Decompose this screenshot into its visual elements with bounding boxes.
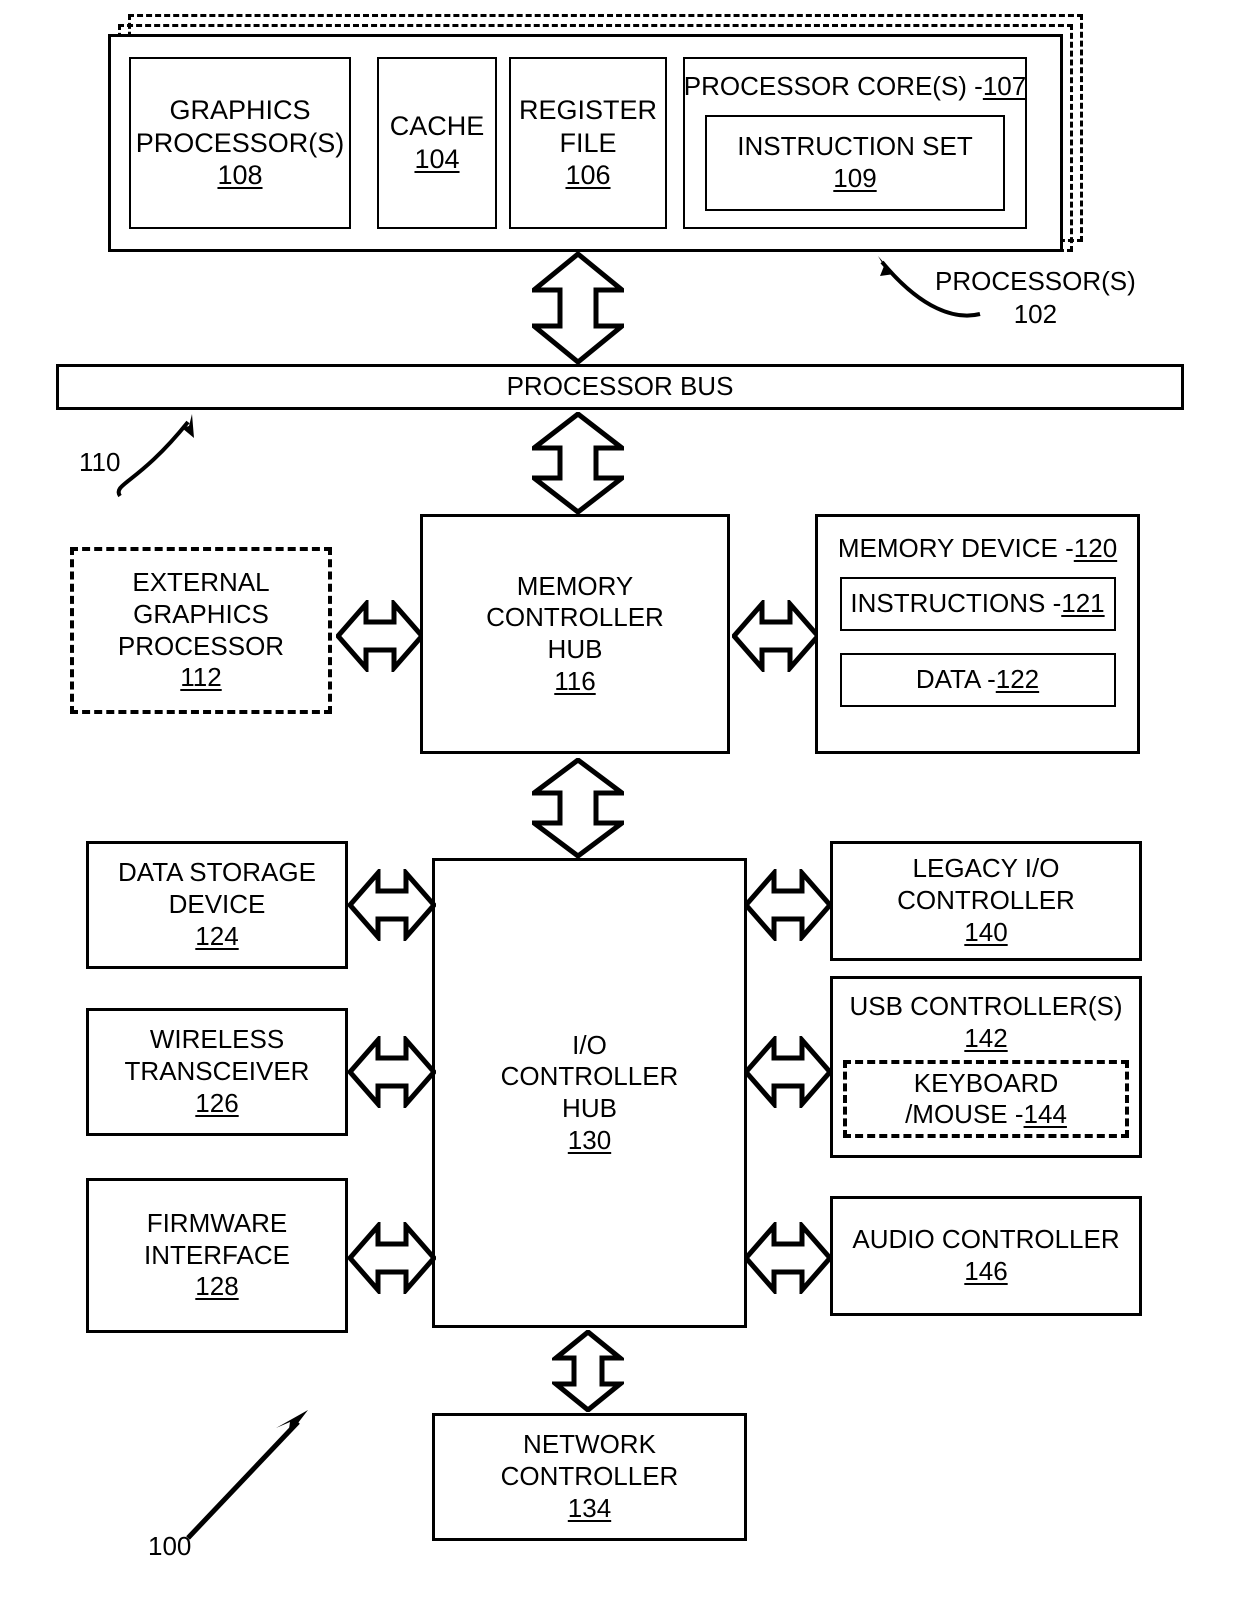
external-graphics-processor-block: EXTERNAL GRAPHICS PROCESSOR 112 (70, 547, 332, 714)
network-controller-line-1: NETWORK (523, 1429, 656, 1460)
mch-line-3: HUB (547, 634, 603, 664)
usb-controllers-label: USB CONTROLLER(S) (849, 991, 1123, 1021)
network-controller-ref: 134 (567, 1492, 612, 1523)
register-file-line-1: REGISTER (518, 94, 658, 125)
processor-cores-title: PROCESSOR CORE(S) - (683, 71, 983, 101)
audio-controller-block: AUDIO CONTROLLER 146 (830, 1196, 1142, 1316)
cache-block: CACHE 104 (377, 57, 497, 229)
mch-to-ich-arrow (532, 758, 624, 858)
processor-package: GRAPHICS PROCESSOR(S) 108 CACHE 104 REGI… (108, 34, 1063, 252)
audio-controller-label: AUDIO CONTROLLER (852, 1224, 1120, 1255)
ich-to-legacy-io-arrow (744, 869, 832, 941)
graphics-processors-ref: 108 (217, 160, 263, 191)
usb-controllers-block: USB CONTROLLER(S) 142 KEYBOARD /MOUSE - … (830, 976, 1142, 1158)
wireless-ref: 126 (195, 1087, 239, 1118)
graphics-processors-line-1: GRAPHICS (169, 94, 311, 125)
register-file-ref: 106 (565, 160, 611, 191)
external-graphics-line-2: GRAPHICS (133, 598, 269, 629)
figure-callout-ref: 100 (148, 1530, 191, 1563)
network-controller-line-2: CONTROLLER (500, 1461, 679, 1492)
cache-ref: 104 (414, 144, 460, 174)
data-title: DATA - (915, 663, 996, 694)
patent-figure-canvas: GRAPHICS PROCESSOR(S) 108 CACHE 104 REGI… (0, 0, 1240, 1607)
egp-to-mch-arrow (336, 600, 424, 672)
instruction-set-label: INSTRUCTION SET (737, 131, 973, 161)
instruction-set-ref: 109 (833, 162, 877, 193)
firmware-line-2: INTERFACE (144, 1239, 290, 1270)
figure-callout-number: 100 (148, 1531, 192, 1561)
data-block: DATA - 122 (839, 652, 1116, 707)
data-storage-to-ich-arrow (348, 869, 436, 941)
usb-controllers-ref: 142 (964, 1022, 1008, 1053)
cache-label: CACHE (389, 111, 485, 142)
keyboard-mouse-line-1: KEYBOARD (913, 1067, 1059, 1098)
memory-device-ref: 120 (1073, 533, 1118, 563)
ich-to-network-arrow (552, 1330, 624, 1412)
external-graphics-line-3: PROCESSOR (117, 630, 285, 661)
network-controller-block: NETWORK CONTROLLER 134 (432, 1413, 747, 1541)
bus-to-mch-arrow (532, 412, 624, 514)
firmware-line-1: FIRMWARE (146, 1207, 288, 1238)
external-graphics-ref: 112 (180, 662, 222, 693)
data-storage-device-block: DATA STORAGE DEVICE 124 (86, 841, 348, 969)
keyboard-mouse-block: KEYBOARD /MOUSE - 144 (843, 1060, 1129, 1139)
legacy-io-line-1: LEGACY I/O (912, 853, 1060, 884)
firmware-ref: 128 (195, 1271, 239, 1302)
register-file-block: REGISTER FILE 106 (509, 57, 667, 229)
memory-device-block: MEMORY DEVICE - 120 INSTRUCTIONS - 121 D… (815, 514, 1140, 754)
keyboard-mouse-line-2: /MOUSE - (905, 1099, 1024, 1130)
wireless-to-ich-arrow (348, 1036, 436, 1108)
processor-cores-ref: 107 (982, 71, 1027, 101)
instructions-title: INSTRUCTIONS - (850, 587, 1062, 618)
data-ref: 122 (995, 663, 1040, 694)
processor-bus: PROCESSOR BUS (56, 364, 1184, 410)
external-graphics-line-1: EXTERNAL (132, 567, 270, 598)
keyboard-mouse-ref: 144 (1023, 1099, 1067, 1130)
memory-controller-hub-block: MEMORY CONTROLLER HUB 116 (420, 514, 730, 754)
wireless-line-1: WIRELESS (149, 1024, 285, 1055)
firmware-to-ich-arrow (348, 1222, 436, 1294)
processor-callout-ref: 102 (1013, 298, 1058, 329)
memory-device-title: MEMORY DEVICE - (837, 533, 1074, 563)
instructions-block: INSTRUCTIONS - 121 (839, 576, 1116, 631)
ich-to-audio-arrow (744, 1222, 832, 1294)
bus-callout-number: 110 (79, 447, 121, 477)
processor-to-bus-arrow (532, 252, 624, 364)
mch-line-1: MEMORY (516, 570, 634, 601)
processor-callout-label: PROCESSOR(S) (935, 266, 1136, 296)
audio-controller-ref: 146 (964, 1256, 1008, 1286)
processor-bus-label: PROCESSOR BUS (506, 371, 734, 402)
instructions-ref: 121 (1061, 587, 1105, 618)
ich-to-usb-arrow (744, 1036, 832, 1108)
graphics-processors-line-2: PROCESSOR(S) (135, 127, 345, 158)
processor-callout: PROCESSOR(S) 102 (935, 265, 1136, 330)
firmware-interface-block: FIRMWARE INTERFACE 128 (86, 1178, 348, 1333)
graphics-processors-block: GRAPHICS PROCESSOR(S) 108 (129, 57, 351, 229)
legacy-io-ref: 140 (964, 916, 1008, 947)
instruction-set-block: INSTRUCTION SET 109 (705, 114, 1005, 211)
ich-line-3: HUB (562, 1093, 617, 1123)
mch-line-2: CONTROLLER (486, 602, 664, 633)
bus-callout-ref: 110 (79, 446, 120, 479)
data-storage-line-1: DATA STORAGE (118, 857, 316, 888)
ich-line-1: I/O (572, 1029, 607, 1060)
data-storage-ref: 124 (195, 920, 239, 951)
mch-ref: 116 (554, 665, 596, 696)
legacy-io-controller-block: LEGACY I/O CONTROLLER 140 (830, 841, 1142, 961)
legacy-io-line-2: CONTROLLER (897, 885, 1075, 916)
wireless-line-2: TRANSCEIVER (124, 1056, 310, 1087)
io-controller-hub-block: I/O CONTROLLER HUB 130 (432, 858, 747, 1328)
register-file-line-2: FILE (559, 127, 617, 158)
figure-callout-leader-arrow (186, 1410, 308, 1540)
processor-cores-block: PROCESSOR CORE(S) - 107 INSTRUCTION SET … (683, 57, 1027, 229)
wireless-transceiver-block: WIRELESS TRANSCEIVER 126 (86, 1008, 348, 1136)
data-storage-line-2: DEVICE (168, 889, 266, 920)
mch-to-memory-arrow (732, 600, 820, 672)
ich-line-2: CONTROLLER (500, 1061, 679, 1092)
ich-ref: 130 (567, 1124, 612, 1155)
